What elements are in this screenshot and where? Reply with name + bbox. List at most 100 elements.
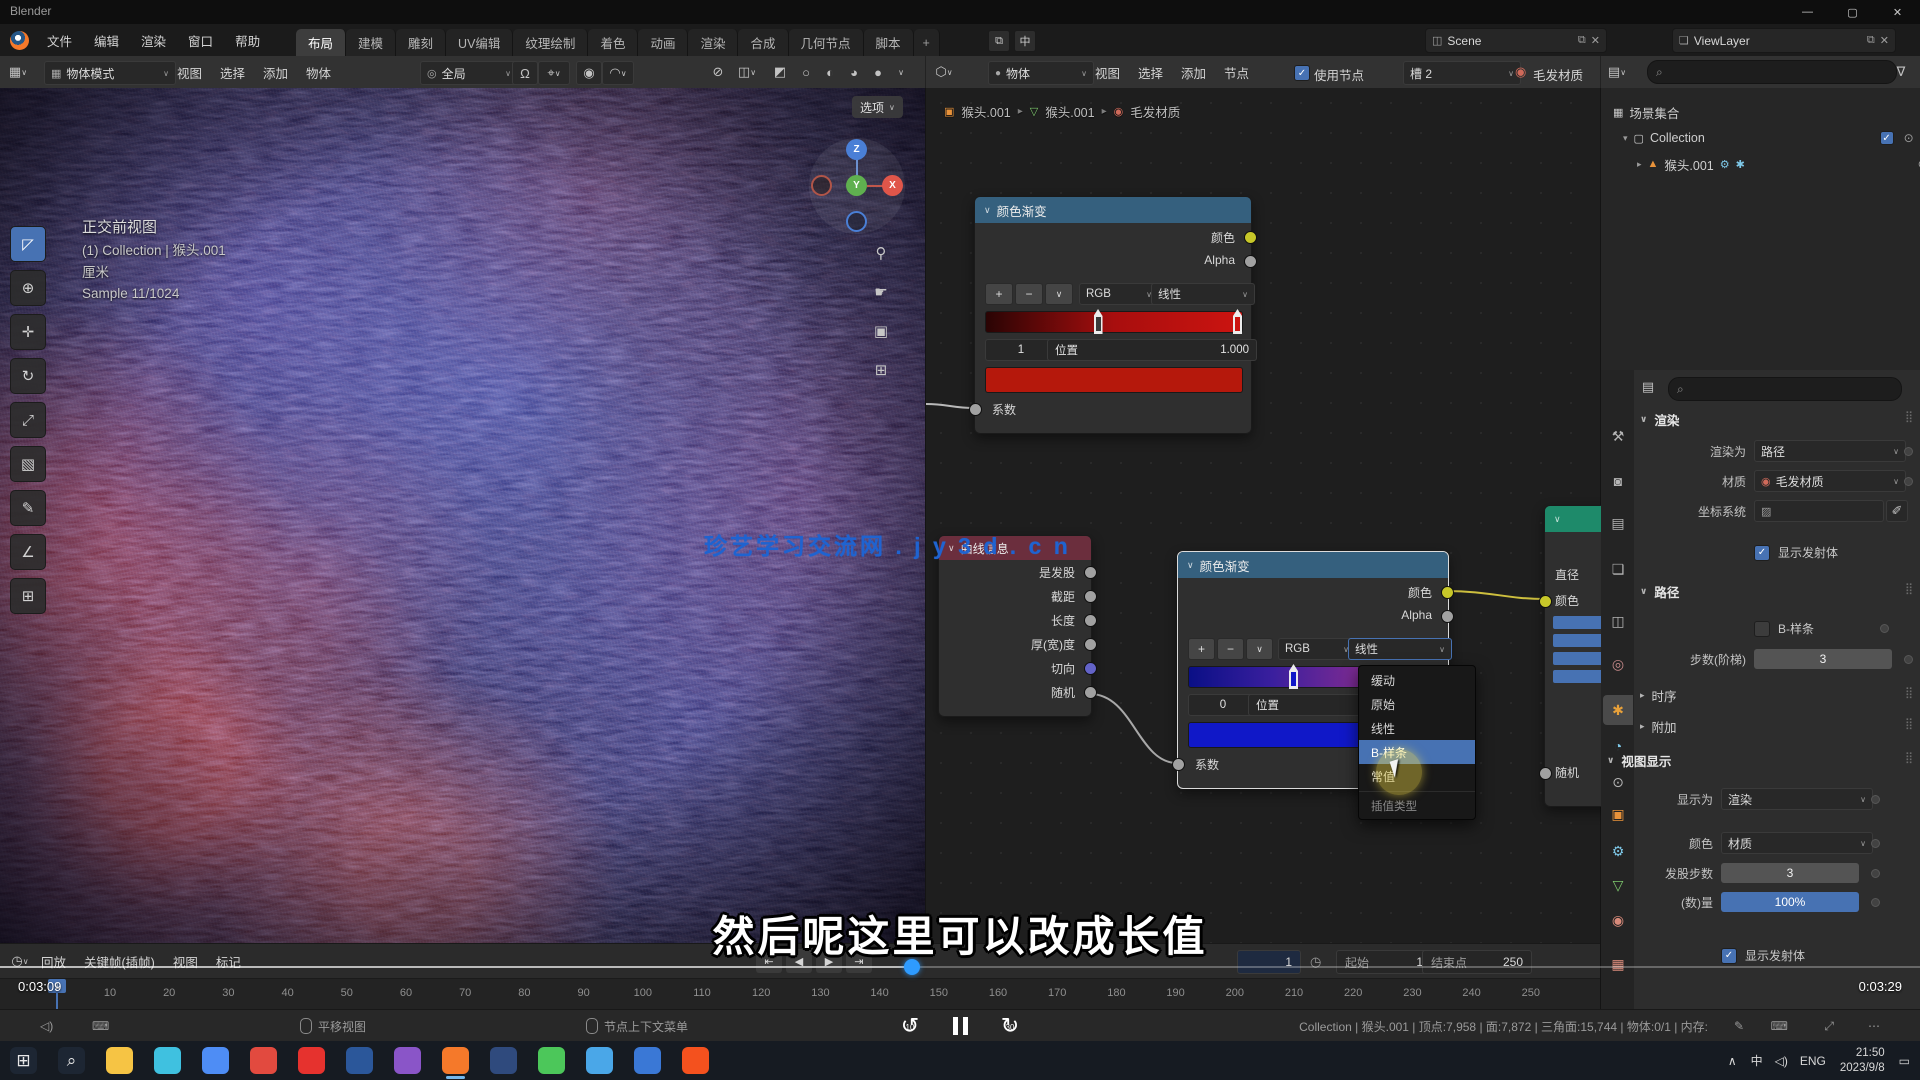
frame-start-field[interactable]: 起始 1 [1336, 950, 1432, 974]
node-principled-hair-partial[interactable]: ∨ 直径 颜色 随机 [1544, 505, 1601, 807]
taskbar-dev-app[interactable] [490, 1047, 517, 1074]
properties-tab-render[interactable]: ◙ [1603, 466, 1633, 496]
maximize-button[interactable]: ▢ [1830, 0, 1875, 24]
menubar-menu[interactable]: 窗口 [177, 24, 224, 56]
gizmo-z-axis[interactable]: Z [846, 139, 867, 160]
color-mode-dropdown[interactable]: RGB∨ [1278, 638, 1356, 660]
timeline-menu[interactable]: 关键帧(插帧) [75, 945, 164, 977]
gizmo-x-axis[interactable]: X [882, 175, 903, 196]
fac-input-socket[interactable] [1172, 758, 1185, 771]
more-icon[interactable]: ⋯ [1868, 1010, 1880, 1042]
tool-select-box[interactable]: ◸ [10, 226, 46, 262]
ramp-options-button[interactable]: ∨ [1045, 283, 1073, 305]
workspace-tab[interactable]: 着色 [588, 29, 638, 56]
taskbar-office-app[interactable] [346, 1047, 373, 1074]
shader-editor-type-icon[interactable]: ⬡∨ [932, 61, 956, 83]
minimize-button[interactable]: — [1785, 0, 1830, 24]
keyframe-dot[interactable] [1871, 898, 1880, 907]
render-as-dropdown[interactable]: 路径∨ [1754, 440, 1906, 462]
output-socket[interactable] [1084, 614, 1097, 627]
add-workspace-tab[interactable]: + [914, 29, 940, 56]
workspace-tab[interactable]: 布局 [296, 29, 346, 56]
output-color-socket[interactable] [1441, 586, 1454, 599]
toggle-grid-icon[interactable]: ⊞ [868, 357, 894, 383]
keyframe-dot[interactable] [1904, 655, 1913, 664]
overlays-dropdown[interactable]: ◫∨ [732, 61, 762, 83]
output-color-socket[interactable] [1244, 231, 1257, 244]
strand-steps-field[interactable]: 3 [1721, 863, 1859, 883]
value-slider[interactable] [1553, 670, 1601, 683]
workspace-tab[interactable]: 渲染 [688, 29, 738, 56]
taskbar-wechat[interactable] [538, 1047, 565, 1074]
pan-hand-icon[interactable]: ☛ [868, 279, 894, 305]
keyframe-dot[interactable] [1904, 447, 1913, 456]
shader-node-editor[interactable]: ▣ 猴头.001 ▸ ▽ 猴头.001 ▸ ◉ 毛发材质 ∨ 颜色渐变 颜色 A… [925, 88, 1601, 943]
dropdown-item[interactable]: 缓动 [1359, 668, 1475, 692]
section-extra[interactable]: ▸附加 [1640, 717, 1677, 736]
collapse-icon[interactable]: ∨ [1187, 560, 1194, 571]
workspace-tab[interactable]: 建模 [346, 29, 396, 56]
outliner-row-collection[interactable]: ▾ ▢ Collection ✓ ⊙ ▣ [1601, 126, 1920, 150]
clock[interactable]: 21:502023/9/8 [1840, 1046, 1885, 1075]
copy-icon[interactable]: ⧉ [988, 30, 1010, 52]
tool-transform[interactable]: ▧ [10, 446, 46, 482]
timeline-ruler[interactable]: 1 10203040506070809010011012013014015016… [0, 978, 1600, 1011]
color-ramp-gradient[interactable] [985, 311, 1243, 333]
keyframe-dot[interactable] [1904, 477, 1913, 486]
properties-type-icon[interactable]: ▤ [1636, 376, 1660, 398]
keyboard-icon[interactable]: ⌨ [1771, 1010, 1788, 1042]
taskbar-qq[interactable] [586, 1047, 613, 1074]
interpolation-dropdown[interactable]: 线性∨ [1348, 638, 1452, 660]
taskbar-music-app[interactable] [298, 1047, 325, 1074]
section-timing[interactable]: ▸时序 [1640, 686, 1677, 705]
fac-input-socket[interactable] [969, 403, 982, 416]
remove-viewlayer-icon[interactable]: ✕ [1880, 34, 1889, 47]
frame-end-field[interactable]: 结束点 250 [1422, 950, 1532, 974]
orientation-dropdown[interactable]: ◎ 全局∨ [420, 61, 518, 85]
shading-material-icon[interactable]: ◕ [842, 61, 866, 83]
video-rewind-button[interactable]: ↺10 [892, 1013, 928, 1039]
random-input-socket[interactable] [1539, 767, 1552, 780]
menubar-menu[interactable]: 渲染 [130, 24, 177, 56]
value-slider[interactable] [1553, 634, 1601, 647]
add-stop-button[interactable]: + [985, 283, 1013, 305]
workspace-tab[interactable]: 动画 [638, 29, 688, 56]
output-socket[interactable] [1084, 590, 1097, 603]
video-forward-button[interactable]: ↻30 [992, 1013, 1028, 1039]
slot-dropdown[interactable]: 槽 2∨ [1403, 61, 1521, 85]
keyframe-dot[interactable] [1871, 839, 1880, 848]
video-pause-button[interactable] [942, 1013, 978, 1039]
ramp-stop-handle[interactable] [1233, 309, 1242, 334]
taskbar-blender[interactable] [442, 1047, 469, 1074]
editor-type-icon[interactable]: ▦∨ [6, 61, 30, 83]
properties-search-input[interactable]: ⌕ [1668, 377, 1902, 401]
coordinate-field[interactable]: ▨ [1754, 500, 1884, 522]
shader-menu[interactable]: 视图 [1086, 56, 1129, 88]
expand-icon[interactable]: ▾ [1623, 133, 1628, 144]
particles-badge-icon[interactable]: ✱ [1736, 158, 1745, 171]
falloff-dropdown[interactable]: ◠∨ [602, 61, 634, 85]
dropdown-item[interactable]: 线性 [1359, 716, 1475, 740]
tool-scale[interactable]: ⤢ [10, 402, 46, 438]
stop-color-swatch[interactable] [985, 367, 1243, 393]
viewport-menu[interactable]: 视图 [168, 56, 211, 88]
snap-magnet-icon[interactable]: Ω [512, 61, 538, 85]
color-input-socket[interactable] [1539, 595, 1552, 608]
video-progress-bar[interactable] [0, 966, 1920, 968]
hide-eye-icon[interactable]: ⊙ [1904, 131, 1914, 145]
output-alpha-socket[interactable] [1244, 255, 1257, 268]
node-curve-info[interactable]: ∨ 曲线信息 是发股截距长度厚(宽)度切向随机 [938, 535, 1092, 717]
new-scene-icon[interactable]: ⧉ [1578, 34, 1586, 47]
modifier-badge-icon[interactable]: ⚙ [1720, 158, 1730, 171]
ime-indicator[interactable]: 中 [1751, 1052, 1763, 1069]
taskbar-chrome-browser[interactable] [202, 1047, 229, 1074]
taskbar-mail-app[interactable] [634, 1047, 661, 1074]
xray-toggle-icon[interactable]: ◩ [768, 61, 792, 83]
workspace-tab[interactable]: 合成 [738, 29, 788, 56]
ramp-stop-handle[interactable] [1289, 664, 1298, 689]
shader-type-dropdown[interactable]: ● 物体∨ [988, 61, 1094, 85]
remove-stop-button[interactable]: − [1217, 638, 1244, 660]
fullscreen-icon[interactable]: ⤢ [1824, 1010, 1834, 1042]
outliner-row-scene-collection[interactable]: ▦ 场景集合 [1601, 100, 1920, 124]
color-mode-dropdown[interactable]: RGB∨ [1079, 283, 1159, 305]
